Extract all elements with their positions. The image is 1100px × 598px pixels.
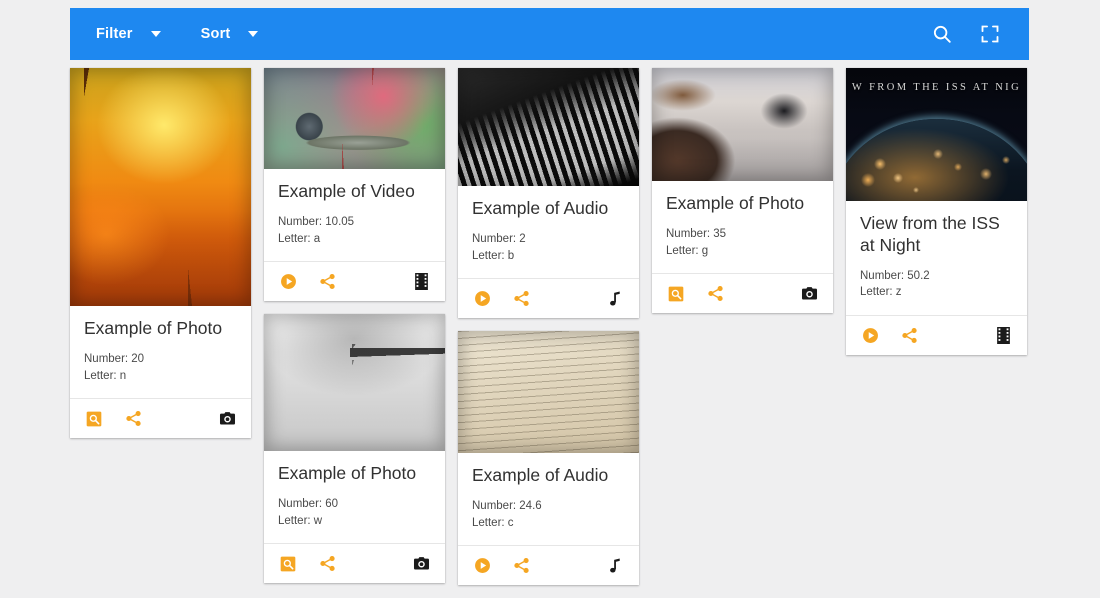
card-number: Number: 60 [278, 496, 431, 513]
chevron-down-icon [151, 31, 161, 37]
card-video-10-05[interactable]: Example of Video Number: 10.05 Letter: a [264, 68, 445, 301]
fullscreen-icon[interactable] [973, 17, 1007, 51]
film-strip-icon[interactable] [992, 325, 1014, 347]
iss-image-caption: W FROM THE ISS AT NIG [846, 82, 1027, 93]
app-root: Filter Sort [70, 8, 1029, 598]
card-actions [458, 278, 639, 318]
card-letter: Letter: g [666, 243, 819, 260]
search-icon[interactable] [925, 17, 959, 51]
card-media-photographer-plaza-image[interactable] [652, 68, 833, 181]
card-title: Example of Video [278, 181, 431, 203]
sort-dropdown[interactable]: Sort [201, 26, 259, 42]
card-media-autumn-forest-image[interactable] [70, 68, 251, 306]
sort-label: Sort [201, 26, 231, 42]
top-toolbar: Filter Sort [70, 8, 1029, 60]
card-audio-24-6[interactable]: Example of Audio Number: 24.6 Letter: c [458, 331, 639, 585]
image-vignette [264, 314, 445, 451]
image-vignette [70, 68, 251, 306]
film-strip-icon[interactable] [410, 271, 432, 293]
image-vignette [458, 331, 639, 453]
card-media-piano-keys-image[interactable] [458, 68, 639, 186]
image-vignette [264, 68, 445, 169]
card-title: View from the ISS at Night [860, 213, 1013, 257]
card-photo-35[interactable]: Example of Photo Number: 35 Letter: g [652, 68, 833, 313]
filter-label: Filter [96, 26, 133, 42]
card-number: Number: 35 [666, 226, 819, 243]
share-icon[interactable] [316, 553, 338, 575]
card-letter: Letter: w [278, 513, 431, 530]
card-iss-50-2[interactable]: W FROM THE ISS AT NIG View from the ISS … [846, 68, 1027, 355]
card-actions [458, 545, 639, 585]
card-actions [652, 273, 833, 313]
photo-zoom-icon[interactable] [277, 553, 299, 575]
share-icon[interactable] [510, 288, 532, 310]
card-letter: Letter: c [472, 515, 625, 532]
card-body: View from the ISS at Night Number: 50.2 … [846, 201, 1027, 315]
card-column: Example of Video Number: 10.05 Letter: a [264, 68, 445, 596]
card-letter: Letter: n [84, 368, 237, 385]
share-icon[interactable] [704, 283, 726, 305]
card-title: Example of Audio [472, 465, 625, 487]
chevron-down-icon [248, 31, 258, 37]
card-body: Example of Photo Number: 60 Letter: w [264, 451, 445, 543]
card-media-birds-on-feeder-image[interactable] [264, 68, 445, 169]
share-icon[interactable] [898, 325, 920, 347]
card-actions [70, 398, 251, 438]
camera-icon[interactable] [216, 408, 238, 430]
card-body: Example of Photo Number: 35 Letter: g [652, 181, 833, 273]
card-title: Example of Photo [278, 463, 431, 485]
card-body: Example of Audio Number: 24.6 Letter: c [458, 453, 639, 545]
share-icon[interactable] [122, 408, 144, 430]
play-circle-icon[interactable] [471, 555, 493, 577]
share-icon[interactable] [316, 271, 338, 293]
card-column: Example of Photo Number: 20 Letter: n [70, 68, 251, 451]
card-media-tree-canopy-bw-image[interactable] [264, 314, 445, 451]
card-column: W FROM THE ISS AT NIG View from the ISS … [846, 68, 1027, 368]
music-note-icon[interactable] [604, 288, 626, 310]
card-title: Example of Photo [84, 318, 237, 340]
filter-dropdown[interactable]: Filter [96, 26, 161, 42]
card-number: Number: 2 [472, 231, 625, 248]
music-note-icon[interactable] [604, 555, 626, 577]
card-letter: Letter: z [860, 284, 1013, 301]
card-number: Number: 10.05 [278, 214, 431, 231]
card-letter: Letter: a [278, 231, 431, 248]
play-circle-icon[interactable] [277, 271, 299, 293]
card-column: Example of Audio Number: 2 Letter: b [458, 68, 639, 598]
card-actions [264, 261, 445, 301]
card-number: Number: 50.2 [860, 268, 1013, 285]
card-media-clarinet-sheet-music-image[interactable] [458, 331, 639, 453]
photo-zoom-icon[interactable] [665, 283, 687, 305]
card-body: Example of Photo Number: 20 Letter: n [70, 306, 251, 398]
image-vignette [458, 68, 639, 186]
card-actions [264, 543, 445, 583]
card-number: Number: 20 [84, 351, 237, 368]
play-circle-icon[interactable] [471, 288, 493, 310]
card-number: Number: 24.6 [472, 498, 625, 515]
card-photo-60[interactable]: Example of Photo Number: 60 Letter: w [264, 314, 445, 583]
card-audio-2[interactable]: Example of Audio Number: 2 Letter: b [458, 68, 639, 318]
card-title: Example of Photo [666, 193, 819, 215]
card-grid: Example of Photo Number: 20 Letter: n [70, 60, 1029, 598]
image-vignette [652, 68, 833, 181]
card-body: Example of Video Number: 10.05 Letter: a [264, 169, 445, 261]
share-icon[interactable] [510, 555, 532, 577]
card-body: Example of Audio Number: 2 Letter: b [458, 186, 639, 278]
camera-icon[interactable] [410, 553, 432, 575]
card-title: Example of Audio [472, 198, 625, 220]
photo-zoom-icon[interactable] [83, 408, 105, 430]
card-actions [846, 315, 1027, 355]
card-letter: Letter: b [472, 248, 625, 265]
card-photo-20[interactable]: Example of Photo Number: 20 Letter: n [70, 68, 251, 438]
play-circle-icon[interactable] [859, 325, 881, 347]
card-column: Example of Photo Number: 35 Letter: g [652, 68, 833, 326]
card-media-iss-earth-night-image[interactable]: W FROM THE ISS AT NIG [846, 68, 1027, 201]
camera-icon[interactable] [798, 283, 820, 305]
